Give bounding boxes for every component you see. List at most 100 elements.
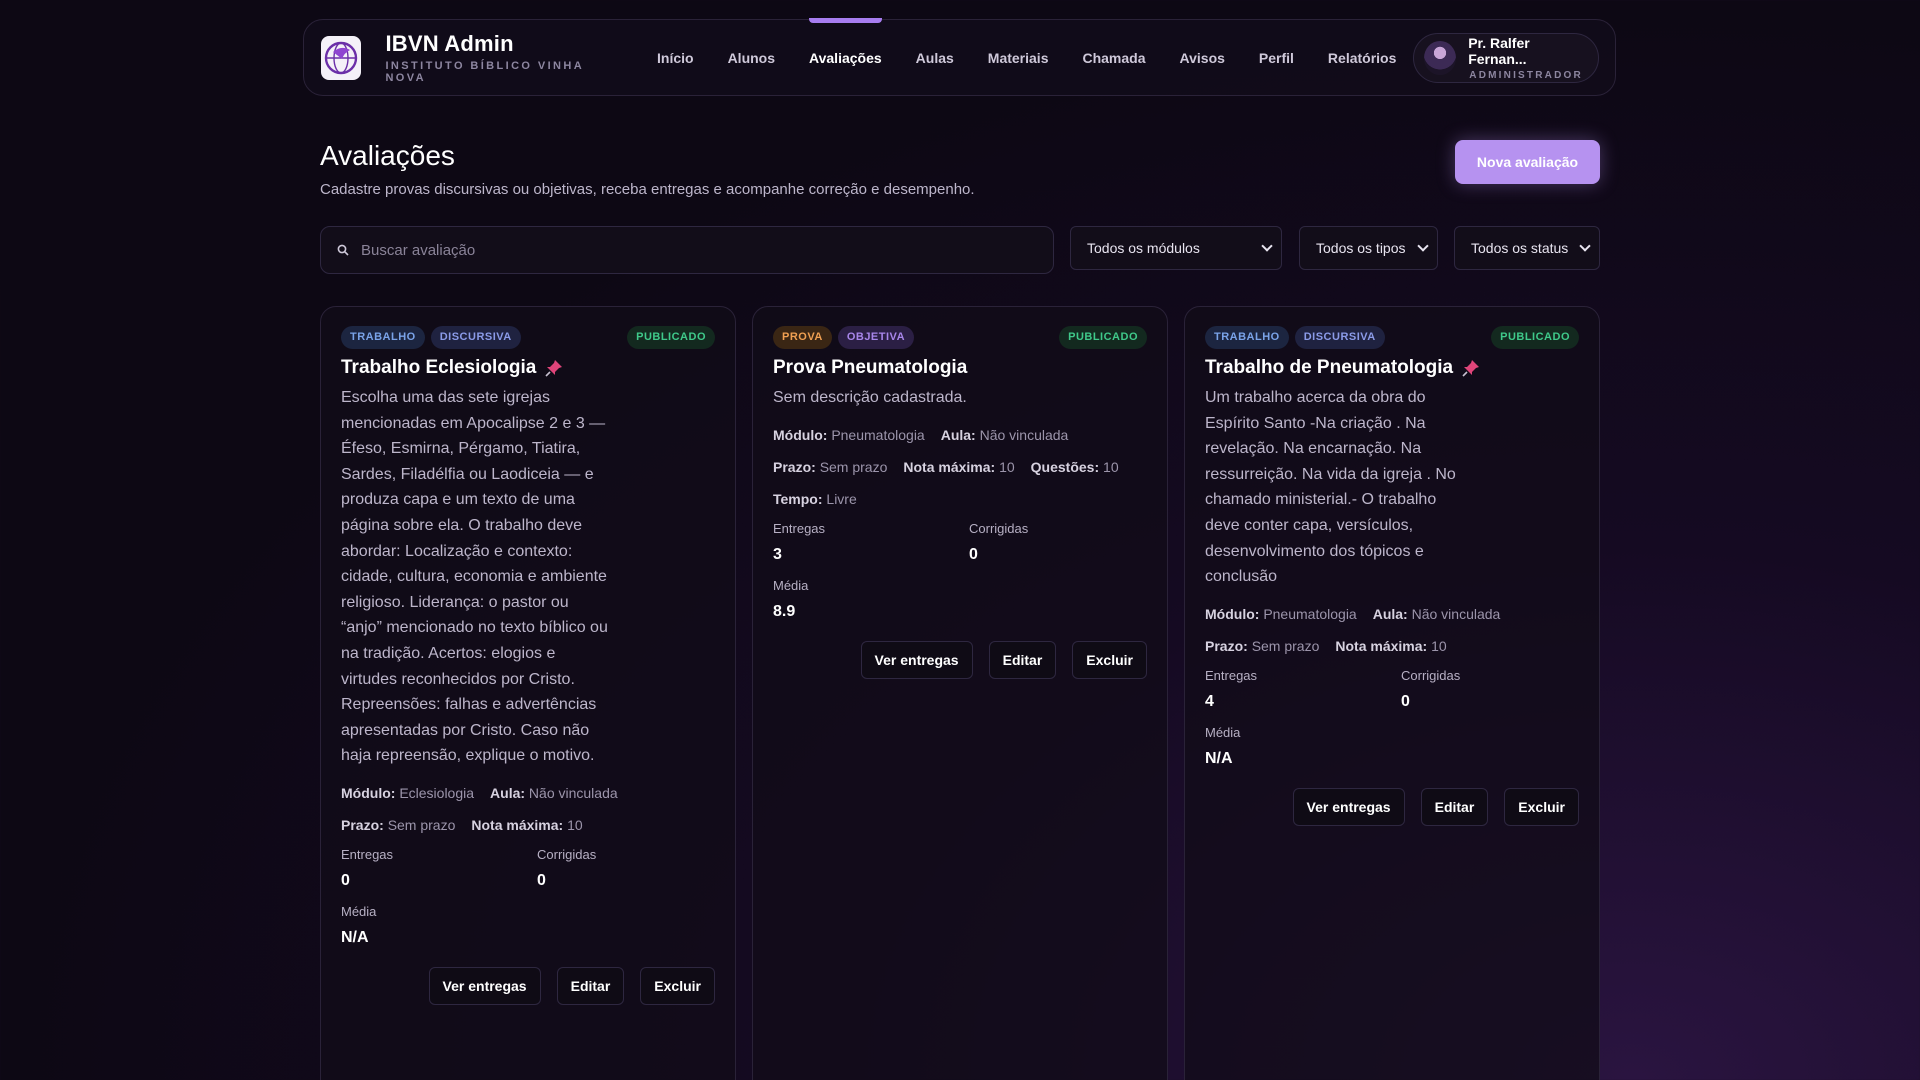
chevron-down-icon	[1261, 240, 1273, 252]
status-badge: PUBLICADO	[627, 325, 715, 349]
view-submissions-button[interactable]: Ver entregas	[1292, 787, 1405, 826]
edit-button[interactable]: Editar	[988, 640, 1057, 679]
edit-button[interactable]: Editar	[1420, 787, 1489, 826]
questions-value: 10	[1103, 458, 1119, 475]
lesson-value: Não vinculada	[1411, 605, 1501, 622]
card-description: Sem descrição cadastrada.	[773, 389, 967, 406]
module-value: Pneumatologia	[831, 426, 925, 443]
nav-item-perfil[interactable]: Perfil	[1242, 48, 1311, 68]
nav-item-avaliacoes[interactable]: Avaliações	[792, 17, 899, 68]
chevron-down-icon	[1417, 240, 1429, 252]
max-grade-label: Nota máxima:	[1335, 637, 1428, 654]
avatar	[1424, 40, 1457, 75]
max-grade-label: Nota máxima:	[471, 816, 564, 833]
nav-item-aulas[interactable]: Aulas	[899, 48, 971, 68]
user-name: Pr. Ralfer Fernan...	[1468, 34, 1530, 67]
deadline-info: Prazo: Sem prazo	[773, 459, 887, 475]
pushpin-icon	[1462, 360, 1480, 377]
nav-item-relatorios[interactable]: Relatórios	[1311, 48, 1413, 68]
lesson-label: Aula:	[940, 426, 976, 443]
format-badge: OBJETIVA	[837, 325, 915, 349]
module-value: Eclesiologia	[399, 784, 475, 801]
questions-label: Questões:	[1030, 458, 1100, 475]
search-input[interactable]	[361, 241, 1041, 259]
top-navigation-bar: IBVN Admin INSTITUTO BÍBLICO VINHA NOVA …	[303, 17, 1616, 96]
brand: IBVN Admin INSTITUTO BÍBLICO VINHA NOVA	[385, 31, 610, 84]
deadline-value: Sem prazo	[1251, 637, 1320, 654]
delete-button[interactable]: Excluir	[640, 966, 715, 1005]
nav-item-inicio[interactable]: Início	[640, 48, 711, 68]
lesson-info: Aula: Não vinculada	[490, 785, 618, 801]
search-icon	[337, 244, 349, 256]
type-badge: TRABALHO	[1205, 325, 1289, 349]
module-info: Módulo: Pneumatologia	[773, 427, 925, 443]
module-info: Módulo: Pneumatologia	[1205, 606, 1357, 622]
card-meta-row: Prazo: Sem prazo Nota máxima: 10	[341, 817, 715, 833]
graded-label: Corrigidas	[969, 520, 1029, 536]
card-tags: PROVA OBJETIVA PUBLICADO	[773, 325, 1147, 349]
delete-button[interactable]: Excluir	[1072, 640, 1147, 679]
module-filter-value: Todos os módulos	[1087, 240, 1200, 256]
card-meta-row: Prazo: Sem prazo Nota máxima: 10 Questõe…	[773, 459, 1147, 475]
view-submissions-button[interactable]: Ver entregas	[428, 966, 541, 1005]
deadline-value: Sem prazo	[819, 458, 888, 475]
module-label: Módulo:	[341, 784, 396, 801]
graded-value: 0	[537, 871, 546, 889]
status-badge: PUBLICADO	[1059, 325, 1147, 349]
brand-subtitle: INSTITUTO BÍBLICO VINHA NOVA	[385, 60, 584, 84]
graded-value: 0	[1401, 692, 1410, 710]
nav-item-alunos[interactable]: Alunos	[711, 48, 792, 68]
submissions-value: 0	[341, 871, 350, 889]
card-stats: Entregas 3 Corrigidas 0 Média 8.9	[773, 521, 1147, 621]
deadline-label: Prazo:	[341, 816, 384, 833]
nav-item-chamada[interactable]: Chamada	[1065, 48, 1162, 68]
edit-button[interactable]: Editar	[556, 966, 625, 1005]
format-badge: DISCURSIVA	[1294, 325, 1385, 349]
lesson-label: Aula:	[1372, 605, 1408, 622]
submissions-label: Entregas	[773, 520, 826, 536]
type-filter-value: Todos os tipos	[1316, 240, 1406, 256]
format-badge: DISCURSIVA	[430, 325, 521, 349]
card-actions: Ver entregas Editar Excluir	[1205, 787, 1579, 826]
nav-item-avisos[interactable]: Avisos	[1163, 48, 1242, 68]
max-grade-info: Nota máxima: 10	[1335, 638, 1446, 654]
card-description: Um trabalho acerca da obra do Espírito S…	[1205, 389, 1456, 586]
page-title: Avaliações	[320, 140, 455, 171]
average-value: N/A	[341, 928, 369, 946]
nav-item-materiais[interactable]: Materiais	[971, 48, 1066, 68]
deadline-label: Prazo:	[773, 458, 816, 475]
deadline-label: Prazo:	[1205, 637, 1248, 654]
logo-icon	[325, 41, 358, 74]
logo[interactable]	[321, 35, 362, 80]
view-submissions-button[interactable]: Ver entregas	[860, 640, 973, 679]
module-info: Módulo: Eclesiologia	[341, 785, 474, 801]
module-filter-select[interactable]: Todos os módulos	[1070, 226, 1282, 270]
card-title-text: Prova Pneumatologia	[773, 357, 968, 378]
graded-value: 0	[969, 545, 978, 563]
card-title: Trabalho Eclesiologia	[341, 357, 715, 379]
main-nav: Início Alunos Avaliações Aulas Materiais…	[640, 17, 1413, 68]
status-badge: PUBLICADO	[1491, 325, 1579, 349]
status-filter-select[interactable]: Todos os status	[1454, 226, 1600, 270]
user-menu[interactable]: Pr. Ralfer Fernan... ADMINISTRADOR	[1413, 32, 1599, 83]
search-box	[320, 226, 1054, 274]
submissions-label: Entregas	[341, 846, 394, 862]
lesson-info: Aula: Não vinculada	[941, 427, 1069, 443]
max-grade-info: Nota máxima: 10	[471, 817, 582, 833]
graded-stat: Corrigidas 0	[1401, 668, 1597, 711]
evaluation-card: TRABALHO DISCURSIVA PUBLICADO Trabalho E…	[320, 306, 736, 1080]
card-actions: Ver entregas Editar Excluir	[341, 966, 715, 1005]
card-meta-row: Módulo: Pneumatologia Aula: Não vinculad…	[773, 427, 1147, 443]
type-filter-select[interactable]: Todos os tipos	[1299, 226, 1438, 270]
average-label: Média	[1205, 724, 1241, 740]
delete-button[interactable]: Excluir	[1504, 787, 1579, 826]
graded-stat: Corrigidas 0	[969, 521, 1165, 564]
lesson-value: Não vinculada	[528, 784, 618, 801]
time-value: Livre	[826, 490, 857, 507]
card-stats: Entregas 4 Corrigidas 0 Média N/A	[1205, 668, 1579, 768]
chevron-down-icon	[1579, 240, 1591, 252]
submissions-stat: Entregas 3	[773, 521, 969, 564]
card-stats: Entregas 0 Corrigidas 0 Média N/A	[341, 847, 715, 947]
type-badge: TRABALHO	[341, 325, 425, 349]
new-evaluation-button[interactable]: Nova avaliação	[1455, 140, 1600, 184]
